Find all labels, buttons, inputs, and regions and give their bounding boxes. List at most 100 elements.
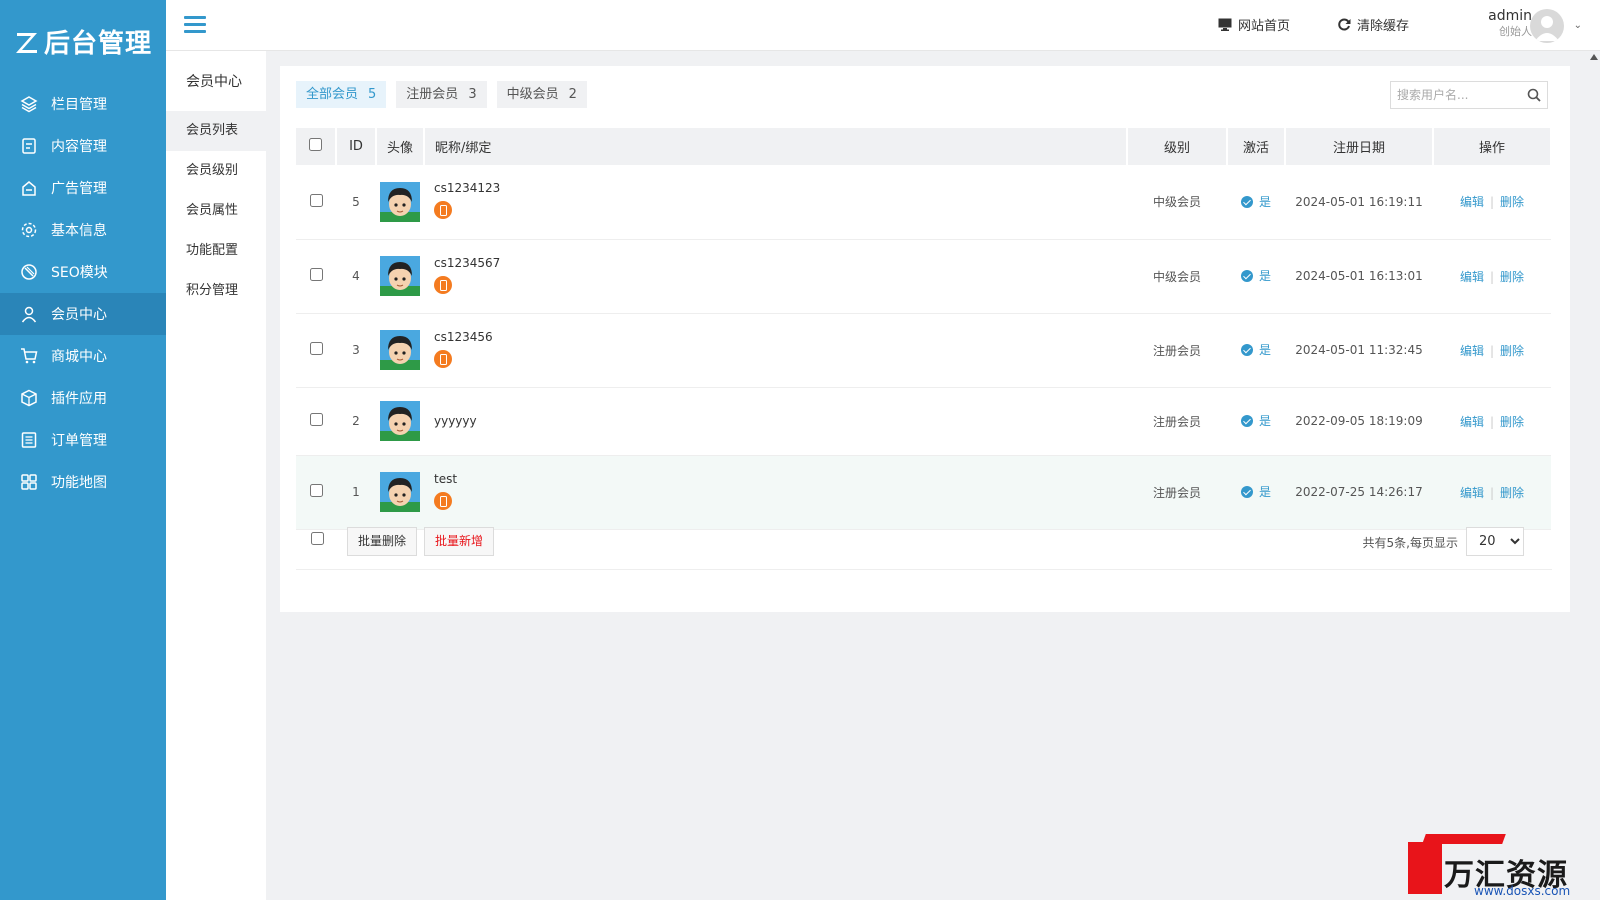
sidebar-item-0[interactable]: 栏目管理 <box>0 83 166 125</box>
edit-link[interactable]: 编辑 <box>1460 415 1484 429</box>
tab-1[interactable]: 注册会员 3 <box>396 81 487 108</box>
tab-count: 5 <box>368 87 377 102</box>
sidebar-item-1[interactable]: 内容管理 <box>0 125 166 167</box>
member-avatar <box>380 181 420 222</box>
edit-link[interactable]: 编辑 <box>1460 344 1484 358</box>
table-header-row: ID 头像 昵称/绑定 级别 激活 注册日期 操作 <box>296 128 1552 165</box>
row-level: 注册会员 <box>1127 387 1227 456</box>
chevron-down-icon[interactable]: ⌄ <box>1574 20 1582 31</box>
row-nick-cell: cs1234123 <box>424 165 1127 240</box>
sidebar-item-6[interactable]: 商城中心 <box>0 335 166 377</box>
delete-link[interactable]: 删除 <box>1500 195 1524 209</box>
row-checkbox[interactable] <box>309 193 323 207</box>
sidebar-item-7[interactable]: 插件应用 <box>0 377 166 419</box>
user-avatar[interactable] <box>1530 9 1564 43</box>
row-date: 2024-05-01 16:19:11 <box>1285 165 1433 240</box>
sidebar-item-label: 功能地图 <box>51 475 107 491</box>
row-date: 2024-05-01 16:13:01 <box>1285 239 1433 314</box>
member-avatar <box>380 472 420 512</box>
scroll-up-arrow-icon[interactable] <box>1590 54 1598 60</box>
layers-icon <box>20 95 38 113</box>
clear-cache-link[interactable]: 清除缓存 <box>1338 15 1409 34</box>
op-separator: | <box>1489 485 1495 500</box>
edit-link[interactable]: 编辑 <box>1460 486 1484 500</box>
mobile-bind-icon <box>434 349 452 368</box>
member-name: test <box>434 471 458 486</box>
sidebar-item-label: 会员中心 <box>51 307 107 323</box>
footer-select-all-checkbox[interactable] <box>311 532 324 545</box>
table-row[interactable]: 3 cs123456 注册会员 是 2024-05-01 11:32:45 编辑 | 删除 <box>296 313 1551 388</box>
top-header: 网站首页 清除缓存 admin 创始人 ⌄ <box>166 0 1600 51</box>
check-circle-icon <box>1240 195 1253 208</box>
page-size-select[interactable]: 20 <box>1466 527 1524 556</box>
table-row[interactable]: 4 cs1234567 中级会员 是 2024-05-01 16:13:01 编辑 | 删除 <box>296 239 1551 314</box>
watermark-url: www.dosxs.com <box>1474 884 1571 898</box>
sub-sidebar-item-4[interactable]: 积分管理 <box>166 271 266 311</box>
gear-icon <box>20 221 38 239</box>
sub-sidebar-item-0[interactable]: 会员列表 <box>166 111 266 151</box>
edit-link[interactable]: 编辑 <box>1460 270 1484 284</box>
row-active-cell: 是 <box>1227 387 1285 456</box>
row-checkbox[interactable] <box>309 268 323 281</box>
check-circle-icon <box>1240 269 1253 282</box>
tab-2[interactable]: 中级会员 2 <box>496 81 587 108</box>
sidebar-item-label: 内容管理 <box>51 139 107 155</box>
row-checkbox[interactable] <box>309 484 323 497</box>
sidebar-item-5[interactable]: 会员中心 <box>0 293 166 335</box>
delete-link[interactable]: 删除 <box>1500 415 1524 429</box>
search-input[interactable] <box>1391 82 1519 108</box>
row-nick-cell: cs123456 <box>424 313 1127 388</box>
batch-add-button[interactable]: 批量新增 <box>424 527 495 556</box>
sidebar-item-2[interactable]: 广告管理 <box>0 167 166 209</box>
logo-z-icon <box>14 29 40 55</box>
batch-delete-button[interactable]: 批量删除 <box>347 527 418 556</box>
mobile-bind-icon <box>434 201 452 220</box>
row-id: 5 <box>336 165 376 240</box>
sub-sidebar-item-2[interactable]: 会员属性 <box>166 191 266 231</box>
op-separator: | <box>1489 343 1495 358</box>
active-status: 是 <box>1240 267 1271 284</box>
active-label: 是 <box>1258 269 1271 284</box>
op-separator: | <box>1489 269 1495 284</box>
sub-sidebar-item-3[interactable]: 功能配置 <box>166 231 266 271</box>
member-avatar <box>380 256 420 296</box>
sidebar-item-4[interactable]: SEO模块 <box>0 251 166 293</box>
row-checkbox[interactable] <box>309 342 323 355</box>
member-name: cs1234123 <box>434 181 501 196</box>
main-sidebar: 后台管理 栏目管理内容管理广告管理 基本信息 SEO模块会员中心商城中心插件应用订单… <box>0 0 166 900</box>
delete-link[interactable]: 删除 <box>1500 270 1524 284</box>
op-separator: | <box>1489 195 1495 210</box>
sidebar-item-label: 商城中心 <box>51 349 107 365</box>
sub-sidebar-item-1[interactable]: 会员级别 <box>166 151 266 191</box>
user-name: admin <box>1488 8 1532 24</box>
logo[interactable]: 后台管理 <box>0 0 166 83</box>
site-home-link[interactable]: 网站首页 <box>1218 15 1290 34</box>
delete-link[interactable]: 删除 <box>1500 486 1524 500</box>
user-icon <box>20 305 38 323</box>
check-circle-icon <box>1240 485 1253 498</box>
delete-link[interactable]: 删除 <box>1500 344 1524 358</box>
menu-toggle-icon[interactable] <box>184 16 206 34</box>
table-row[interactable]: 5 cs1234123 中级会员 是 2024-05-01 16:19:11 编辑 | 删除 <box>296 165 1551 240</box>
sidebar-item-8[interactable]: 订单管理 <box>0 419 166 461</box>
select-all-checkbox[interactable] <box>309 138 322 151</box>
row-active-cell: 是 <box>1227 239 1285 314</box>
edit-link[interactable]: 编辑 <box>1460 195 1484 209</box>
tab-label: 全部会员 <box>306 87 359 102</box>
user-info[interactable]: admin 创始人 <box>1488 8 1532 40</box>
active-status: 是 <box>1240 412 1271 429</box>
row-checkbox[interactable] <box>309 413 323 426</box>
search-icon[interactable] <box>1527 88 1541 106</box>
active-status: 是 <box>1240 341 1271 358</box>
user-role: 创始人 <box>1499 25 1532 38</box>
row-avatar-cell <box>376 165 424 240</box>
sidebar-item-3[interactable]: 基本信息 <box>0 209 166 251</box>
tab-count: 2 <box>568 87 577 102</box>
sidebar-item-9[interactable]: 功能地图 <box>0 461 166 503</box>
table-row[interactable]: 2 yyyyyy 注册会员 是 2022-09-05 18:19:09 编辑 | 删除 <box>296 387 1551 456</box>
sidebar-item-label: 插件应用 <box>51 391 107 407</box>
logo-text: 后台管理 <box>44 29 153 59</box>
row-id: 3 <box>336 313 376 388</box>
tab-0[interactable]: 全部会员 5 <box>296 81 387 108</box>
active-label: 是 <box>1258 414 1271 429</box>
